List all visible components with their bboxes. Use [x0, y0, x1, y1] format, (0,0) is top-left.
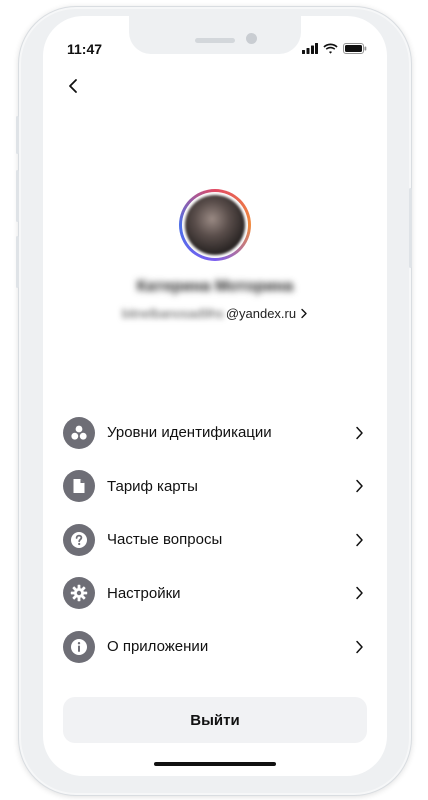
- chevron-right-icon: [351, 478, 367, 494]
- menu-item-label: Настройки: [107, 584, 181, 602]
- users-icon: [63, 416, 95, 449]
- battery-icon: [343, 43, 367, 54]
- chevron-right-icon: [351, 532, 367, 548]
- gear-icon: [63, 577, 95, 610]
- status-time: 11:47: [67, 41, 103, 57]
- front-camera: [246, 33, 257, 44]
- chevron-right-icon: [351, 585, 367, 601]
- signal-icon: [302, 43, 318, 54]
- side-button-volume-down: [16, 236, 19, 288]
- email-link[interactable]: bitnelbanosad9hs @yandex.ru: [43, 306, 387, 321]
- document-icon: [63, 470, 95, 503]
- menu-item-label: Частые вопросы: [107, 531, 223, 549]
- chevron-right-icon: [300, 308, 308, 319]
- menu-item-settings[interactable]: Настройки: [63, 567, 367, 621]
- menu-item-label: Тариф карты: [107, 477, 198, 495]
- side-button-power: [409, 188, 412, 268]
- chevron-right-icon: [351, 425, 367, 441]
- menu-list: Уровни идентификации Тариф карты Частые …: [63, 406, 367, 674]
- info-icon: [63, 630, 95, 663]
- menu-item-about[interactable]: О приложении: [63, 620, 367, 674]
- email-username: bitnelbanosad9hs: [121, 306, 224, 321]
- notch: [129, 16, 301, 54]
- logout-button[interactable]: Выйти: [63, 697, 367, 743]
- screen: 11:47 Катерина Моторина bitnelbanosad9hs…: [43, 16, 387, 776]
- menu-item-label: Уровни идентификации: [107, 424, 272, 442]
- profile-name: Катерина Моторина: [136, 278, 294, 295]
- menu-item-faq[interactable]: Частые вопросы: [63, 513, 367, 567]
- avatar: [185, 195, 245, 255]
- side-button-mute: [16, 116, 19, 154]
- email-domain: @yandex.ru: [225, 306, 297, 321]
- menu-item-label: О приложении: [107, 638, 209, 656]
- chevron-left-icon: [69, 79, 77, 93]
- side-button-volume-up: [16, 170, 19, 222]
- menu-item-identification-levels[interactable]: Уровни идентификации: [63, 406, 367, 460]
- speaker: [195, 38, 235, 43]
- avatar-gap: [182, 192, 248, 258]
- back-button[interactable]: [61, 74, 85, 98]
- chevron-right-icon: [351, 639, 367, 655]
- question-icon: [63, 523, 95, 556]
- menu-item-card-tariff[interactable]: Тариф карты: [63, 460, 367, 514]
- status-icons: [302, 43, 367, 54]
- wifi-icon: [323, 43, 338, 54]
- avatar-ring[interactable]: [179, 189, 251, 261]
- home-indicator[interactable]: [154, 762, 276, 766]
